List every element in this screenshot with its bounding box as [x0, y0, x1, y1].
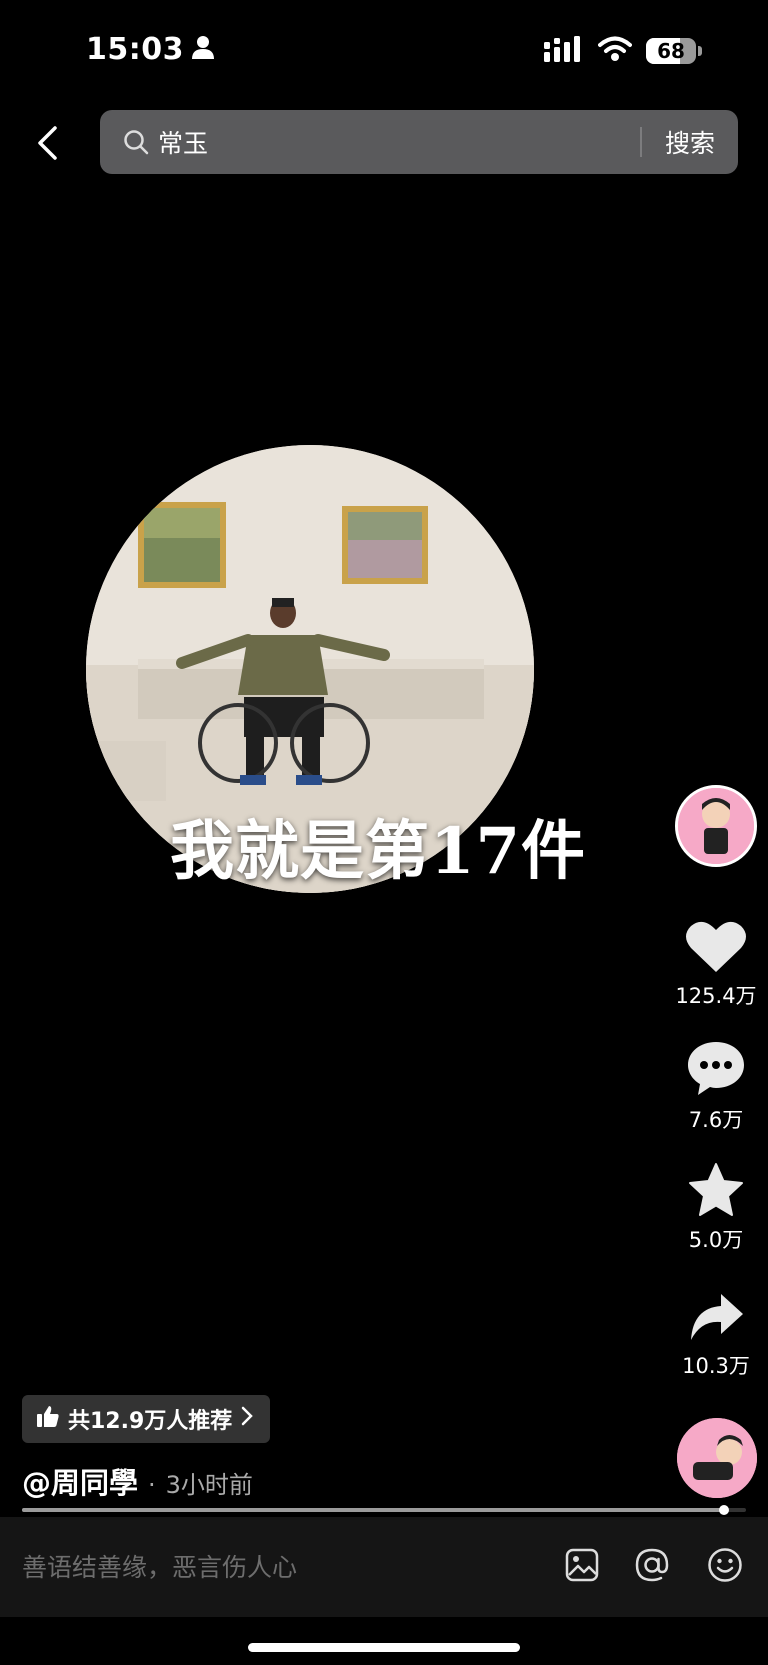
favorite-button[interactable]: 5.0万 [668, 1162, 764, 1254]
progress-knob[interactable] [719, 1505, 730, 1515]
like-button[interactable]: 125.4万 [668, 918, 764, 1010]
comment-count: 7.6万 [688, 1108, 744, 1132]
comment-input[interactable]: 善语结善缘，恶言伤人心 [22, 1548, 542, 1584]
meta-separator: · [148, 1471, 156, 1499]
favorite-count: 5.0万 [688, 1228, 744, 1252]
person-icon [192, 32, 214, 67]
share-arrow-icon [691, 1294, 743, 1340]
avatar-figure-lying [677, 1418, 757, 1498]
wifi-icon [598, 36, 632, 66]
signal-icon [544, 36, 584, 66]
recommend-chip[interactable]: 共12.9万人推荐 [22, 1395, 271, 1443]
mention-button[interactable] [632, 1545, 672, 1585]
heart-icon [686, 921, 746, 972]
video-progress-bar[interactable] [22, 1505, 746, 1515]
search-icon [122, 128, 150, 156]
star-icon [689, 1163, 743, 1216]
share-count: 10.3万 [682, 1354, 750, 1378]
music-avatar[interactable] [677, 1418, 757, 1498]
comment-bubble-icon [688, 1042, 744, 1095]
image-icon [565, 1548, 599, 1582]
search-bar[interactable]: 常玉 搜索 [100, 110, 738, 174]
status-time: 15:03 [86, 32, 214, 67]
search-button[interactable]: 搜索 [642, 124, 738, 160]
recommend-text: 共12.9万人推荐 [68, 1409, 233, 1434]
battery-icon: 68 [646, 38, 702, 64]
search-input[interactable]: 常玉 [158, 124, 640, 160]
status-time-text: 15:03 [86, 32, 184, 67]
author-line: @周同學 · 3小时前 [22, 1460, 253, 1502]
at-sign-icon [635, 1548, 669, 1582]
chevron-left-icon [38, 126, 57, 160]
share-button[interactable]: 10.3万 [668, 1292, 764, 1380]
status-indicators: 68 [544, 36, 702, 66]
video-caption: 我就是第17件 [170, 814, 587, 889]
like-count: 125.4万 [675, 984, 757, 1008]
creator-avatar[interactable] [675, 785, 757, 867]
home-indicator [248, 1643, 520, 1652]
battery-level: 68 [657, 39, 685, 63]
emoji-button[interactable] [705, 1545, 745, 1585]
smiley-icon [708, 1548, 742, 1582]
comment-button[interactable]: 7.6万 [668, 1040, 764, 1134]
author-name[interactable]: @周同學 [22, 1460, 138, 1502]
image-picker-button[interactable] [562, 1545, 602, 1585]
post-time: 3小时前 [165, 1471, 253, 1499]
progress-fill [22, 1508, 725, 1512]
avatar-figure [678, 788, 754, 864]
thumbs-up-icon [36, 1404, 60, 1434]
back-button[interactable] [22, 118, 72, 168]
chevron-right-icon [240, 1405, 254, 1433]
